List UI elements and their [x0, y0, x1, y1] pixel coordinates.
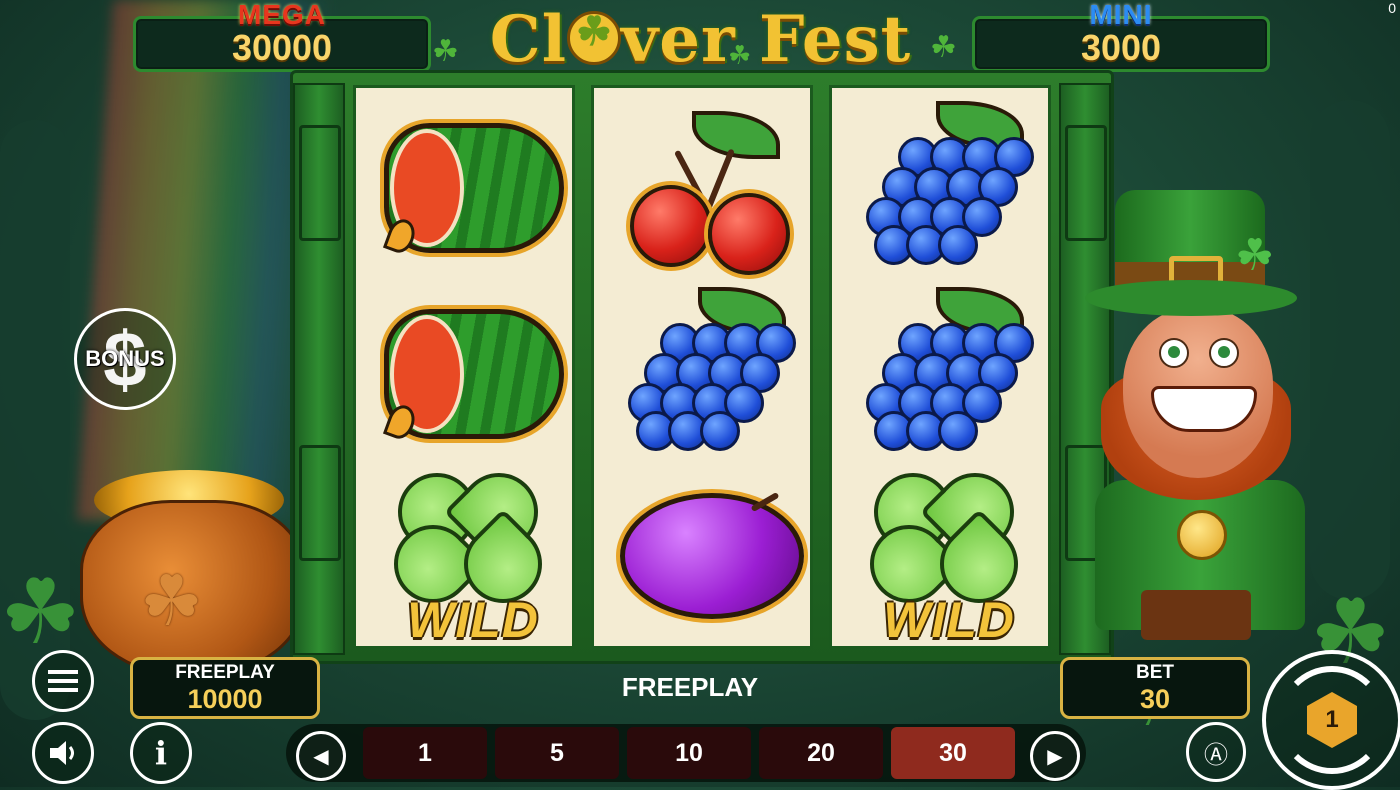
reel-symbol-plum — [594, 460, 810, 646]
reel-2 — [591, 85, 813, 649]
bet-option[interactable]: 10 — [627, 727, 751, 779]
menu-button[interactable] — [32, 650, 94, 712]
bet-option[interactable]: 1 — [363, 727, 487, 779]
clover-wild-icon: WILD — [850, 456, 1035, 648]
logo-text-right: ver Fest — [621, 2, 912, 77]
hamburger-icon — [48, 670, 78, 692]
reel-symbol-clover-wild: WILD — [356, 456, 572, 648]
info-icon: i — [154, 734, 168, 772]
reel-frame: WILD WILD — [290, 70, 1114, 664]
watermelon-icon — [374, 287, 564, 447]
freeplay-panel: FREEPLAY 10000 — [130, 657, 320, 719]
corner-counter: 0 — [1388, 0, 1396, 16]
reel-symbol-grapes — [832, 274, 1048, 460]
logo-clover-o: ☘ — [567, 8, 622, 65]
freeplay-value: 10000 — [187, 684, 263, 714]
spin-logo-icon: 1 — [1307, 692, 1357, 748]
speaker-icon — [50, 741, 74, 765]
autoplay-icon: Ⓐ — [1204, 741, 1228, 769]
bet-decrease-button[interactable]: ◀ — [296, 731, 346, 781]
watermelon-icon — [374, 101, 564, 261]
bet-increase-button[interactable]: ▶ — [1030, 731, 1080, 781]
grapes-icon — [850, 101, 1034, 265]
celtic-knot-icon — [299, 445, 341, 561]
left-pillar — [293, 83, 345, 655]
arrow-right-icon: ▶ — [1047, 745, 1063, 768]
game-logo: Cl ☘ ver Fest — [458, 2, 943, 78]
spin-button[interactable]: 1 — [1262, 650, 1400, 790]
clover-icon: ☘ — [930, 31, 957, 64]
spin-arrows-icon: 1 — [1278, 666, 1386, 774]
clover-icon: ☘ — [432, 35, 459, 68]
clover-icon: ☘ — [728, 40, 752, 70]
leprechaun-character: ☘ — [1085, 190, 1315, 660]
reel-symbol-watermelon — [356, 274, 572, 460]
logo-text-left: Cl — [489, 2, 568, 77]
reel-symbol-grapes — [832, 88, 1048, 274]
mega-jackpot-value: 30000 — [231, 27, 333, 68]
hat-clover-icon: ☘ — [1235, 231, 1275, 280]
bet-option[interactable]: 20 — [759, 727, 883, 779]
bet-option[interactable]: 5 — [495, 727, 619, 779]
sound-button[interactable] — [32, 722, 94, 784]
tree-trunk — [1310, 100, 1390, 600]
pot-clover-icon: ☘ — [140, 562, 203, 640]
reel-1: WILD — [353, 85, 575, 649]
wild-label: WILD — [883, 592, 1015, 648]
mini-jackpot-value: 3000 — [1080, 27, 1162, 68]
bet-option-selected[interactable]: 30 — [891, 727, 1015, 779]
bet-label: BET — [1136, 662, 1174, 683]
reel-symbol-grapes — [594, 274, 810, 460]
bet-value: 30 — [1139, 684, 1171, 714]
info-button[interactable]: i — [130, 722, 192, 784]
mini-jackpot: MINI 3000 — [972, 0, 1270, 72]
bonus-button[interactable]: $ BONUS — [74, 308, 176, 410]
wild-label: WILD — [407, 592, 539, 648]
reel-symbol-cherries — [594, 88, 810, 275]
reel-symbol-clover-wild: WILD — [832, 456, 1048, 648]
celtic-knot-icon — [299, 125, 341, 241]
autoplay-button[interactable]: Ⓐ — [1186, 722, 1246, 782]
grapes-icon — [612, 287, 796, 451]
reel-symbol-watermelon — [356, 88, 572, 274]
cherries-icon — [612, 101, 792, 275]
mega-jackpot: MEGA 30000 — [133, 0, 431, 72]
gold-coin-icon — [1177, 510, 1227, 560]
bet-panel: BET 30 — [1060, 657, 1250, 719]
grapes-icon — [850, 287, 1034, 451]
status-text: FREEPLAY — [621, 672, 759, 702]
bonus-label: BONUS — [85, 346, 165, 371]
clover-decoration: ☘ — [0, 563, 81, 663]
reel-3: WILD — [829, 85, 1051, 649]
plum-icon — [612, 473, 804, 633]
freeplay-label: FREEPLAY — [175, 662, 275, 683]
clover-wild-icon: WILD — [374, 456, 559, 648]
arrow-left-icon: ◀ — [313, 745, 329, 768]
